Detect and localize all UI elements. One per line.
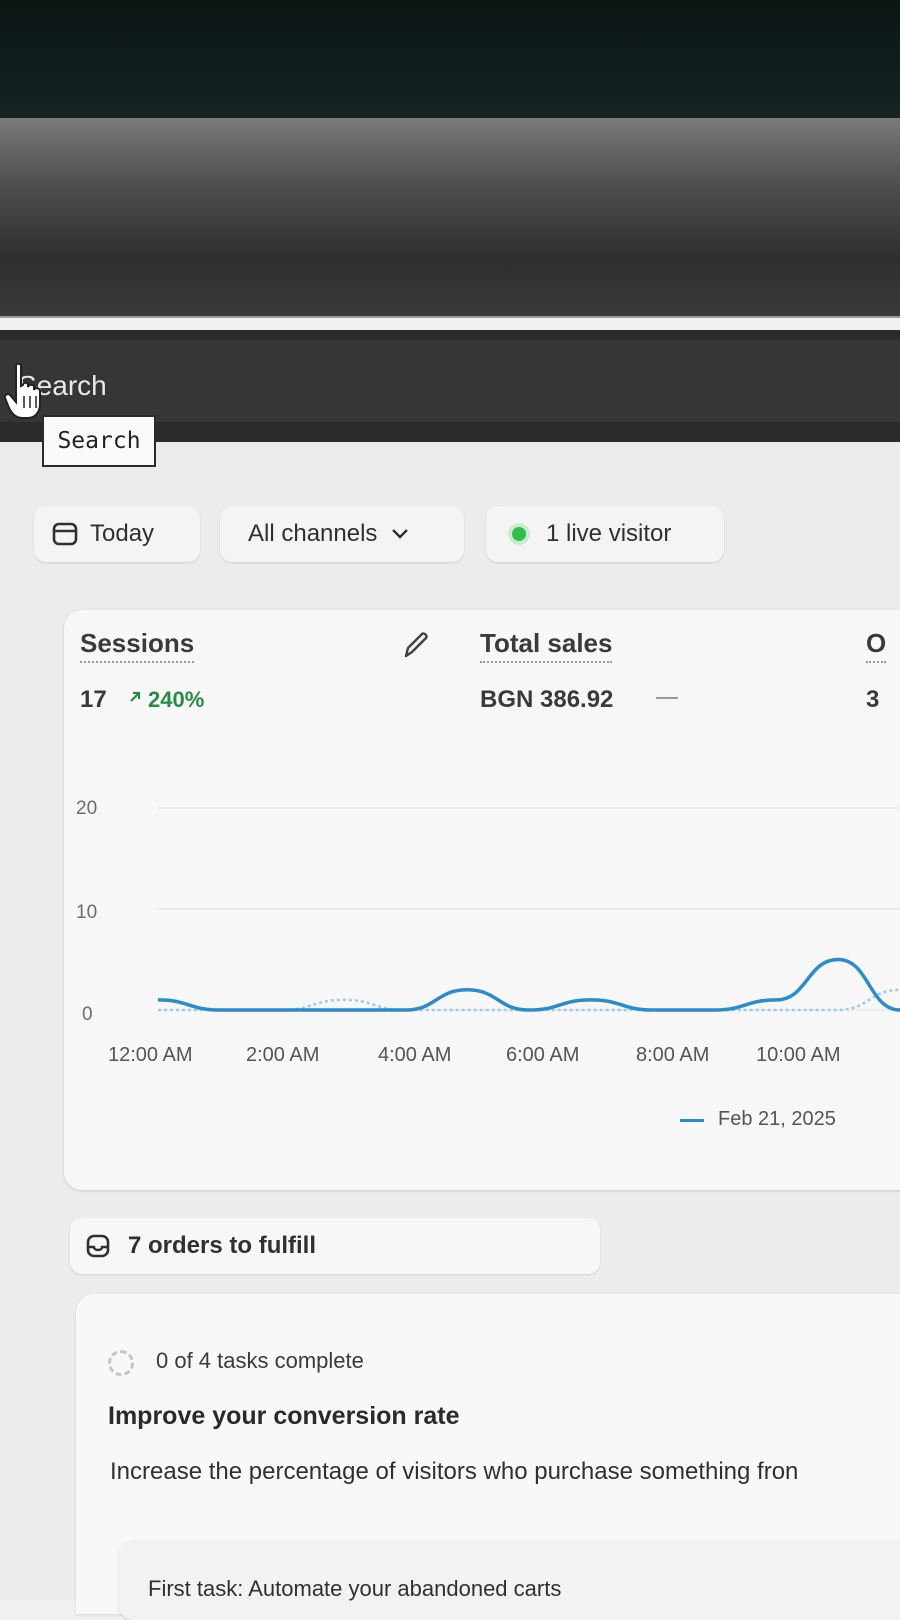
first-task-item[interactable]: First task: Automate your abandoned cart… xyxy=(118,1540,900,1620)
progress-circle-icon xyxy=(108,1350,134,1376)
first-task-label: First task: Automate your abandoned cart… xyxy=(148,1576,562,1601)
tasks-description: Increase the percentage of visitors who … xyxy=(110,1458,799,1485)
comparison-series-line xyxy=(158,988,900,1012)
x-tick-label: 8:00 AM xyxy=(636,1044,710,1066)
x-tick-label: 12:00 AM xyxy=(108,1044,193,1066)
x-tick-label: 2:00 AM xyxy=(246,1044,320,1066)
tasks-heading: Improve your conversion rate xyxy=(108,1402,460,1430)
sessions-series-line xyxy=(157,957,900,1012)
orders-to-fulfill-label: 7 orders to fulfill xyxy=(128,1232,317,1259)
x-tick-label: 6:00 AM xyxy=(506,1044,580,1066)
legend-label[interactable]: Feb 21, 2025 xyxy=(718,1108,836,1131)
x-tick-label: 10:00 AM xyxy=(756,1044,841,1066)
x-tick-label: 4:00 AM xyxy=(378,1044,452,1066)
legend-swatch xyxy=(680,1119,704,1122)
inbox-icon xyxy=(86,1234,110,1258)
orders-to-fulfill-button[interactable]: 7 orders to fulfill xyxy=(70,1218,600,1274)
tasks-progress-text: 0 of 4 tasks complete xyxy=(156,1348,364,1373)
